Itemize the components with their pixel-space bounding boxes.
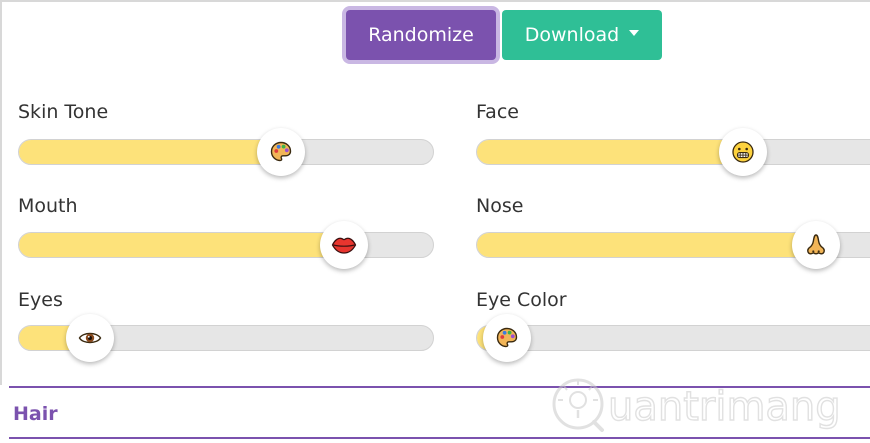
download-button-label: Download: [524, 24, 620, 46]
eyes-label: Eyes: [18, 289, 63, 311]
eyes-slider-thumb[interactable]: [65, 314, 114, 362]
eye-color-label: Eye Color: [476, 289, 567, 311]
nose-label: Nose: [476, 195, 524, 217]
eye-color-slider-thumb[interactable]: [483, 314, 532, 362]
randomize-button-label: Randomize: [368, 24, 474, 46]
mouth-slider-track[interactable]: [18, 232, 434, 258]
face-slider-track[interactable]: [476, 139, 870, 165]
grinning-face-icon: [731, 140, 755, 164]
hair-section-header[interactable]: Hair: [13, 403, 58, 425]
nose-icon: [805, 233, 827, 257]
lips-icon: [331, 235, 357, 255]
eye-color-slider-track[interactable]: [476, 325, 870, 351]
mouth-slider-fill: [19, 233, 345, 257]
mouth-label: Mouth: [18, 195, 78, 217]
skin-tone-slider-thumb[interactable]: [257, 128, 306, 176]
caret-down-icon: [629, 30, 640, 36]
palette-icon: [269, 140, 293, 164]
lightbulb-icon: [552, 378, 604, 432]
frame-left-border: [0, 0, 2, 385]
face-slider-thumb[interactable]: [718, 128, 767, 176]
frame-top-border: [0, 0, 870, 2]
nose-slider-thumb[interactable]: [792, 221, 841, 269]
face-label: Face: [476, 101, 519, 123]
randomize-button[interactable]: Randomize: [346, 10, 496, 60]
watermark-logo: uantrimang: [552, 378, 841, 432]
skin-tone-label: Skin Tone: [18, 101, 109, 123]
nose-slider-fill: [477, 233, 818, 257]
skin-tone-slider-track[interactable]: [18, 139, 434, 165]
face-slider-fill: [477, 140, 744, 164]
palette-icon: [495, 326, 519, 350]
watermark-text: uantrimang: [608, 384, 841, 430]
download-dropdown-button[interactable]: Download: [502, 10, 662, 60]
mouth-slider-thumb[interactable]: [319, 221, 368, 269]
eye-icon: [78, 330, 102, 346]
skin-tone-slider-fill: [19, 140, 283, 164]
